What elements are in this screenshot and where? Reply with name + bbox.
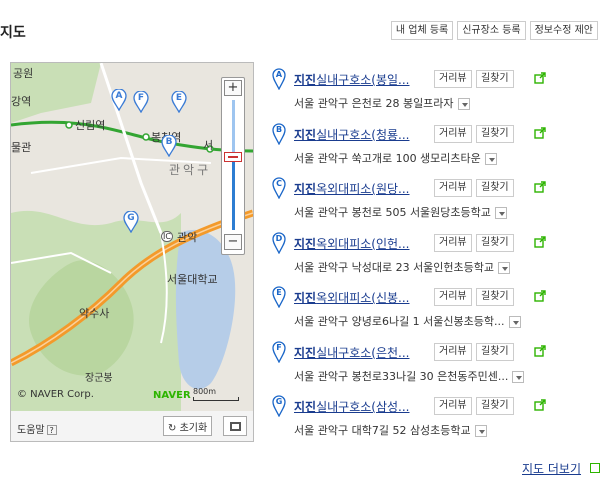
map-label-partial-1: 강역 xyxy=(11,95,32,108)
result-pin-icon: A xyxy=(272,68,286,91)
street-view-button[interactable]: 거리뷰 xyxy=(434,70,472,88)
map-copyright: © NAVER Corp. xyxy=(17,389,94,400)
result-pin-icon: E xyxy=(272,286,286,309)
scale-label: 800m xyxy=(193,387,217,396)
map-marker-f[interactable]: F xyxy=(133,90,149,114)
refresh-icon: ↻ xyxy=(168,423,177,434)
more-map-link[interactable]: 지도 더보기 xyxy=(522,460,581,477)
zoom-in-button[interactable]: + xyxy=(224,80,242,96)
map-label-sillim-station: 신림역 xyxy=(75,119,106,132)
street-view-button[interactable]: 거리뷰 xyxy=(434,233,472,252)
map-view[interactable]: 공원 강역 물관 신림역 봉천역 서 관악구 IC 관악 서울대학교 약수사 장… xyxy=(11,63,253,411)
share-icon[interactable] xyxy=(534,181,546,193)
zoom-slider-handle[interactable] xyxy=(224,152,242,162)
zoom-out-button[interactable]: − xyxy=(224,234,242,250)
street-view-button[interactable]: 거리뷰 xyxy=(434,342,472,361)
result-name-link[interactable]: 지진실내구호소(봉일... xyxy=(294,71,410,88)
external-link-icon xyxy=(590,463,600,473)
result-address: 서울 관악구 쑥고개로 100 생모리츠타운 xyxy=(294,150,497,166)
result-address: 서울 관악구 봉천로33나길 30 은천동주민센... xyxy=(294,368,525,384)
zoom-level-fill xyxy=(232,158,235,230)
map-base-graphic xyxy=(11,63,253,411)
result-name-link[interactable]: 지진실내구호소(은천... xyxy=(294,344,410,361)
share-icon[interactable] xyxy=(534,399,546,411)
result-item-a: A 지진실내구호소(봉일... 거리뷰 길찾기서울 관악구 은천로 28 봉일프라자 xyxy=(272,68,598,118)
window-icon xyxy=(230,422,241,431)
reset-map-button[interactable]: ↻ 초기화 xyxy=(163,416,213,436)
result-pin-icon: C xyxy=(272,177,286,200)
map-marker-a[interactable]: A xyxy=(111,88,127,112)
directions-button[interactable]: 길찾기 xyxy=(476,342,514,361)
map-label-park: 공원 xyxy=(13,67,34,80)
share-icon[interactable] xyxy=(534,72,546,84)
directions-button[interactable]: 길찾기 xyxy=(476,70,514,88)
result-item-f: F 지진실내구호소(은천... 거리뷰 길찾기서울 관악구 봉천로33나길 30 은천… xyxy=(272,340,598,391)
result-name-link[interactable]: 지진옥외대피소(원당... xyxy=(294,180,410,197)
register-new-place-button[interactable]: 신규장소 등록 xyxy=(457,21,526,40)
map-panel: 공원 강역 물관 신림역 봉천역 서 관악구 IC 관악 서울대학교 약수사 장… xyxy=(10,62,254,442)
share-icon[interactable] xyxy=(534,290,546,302)
address-dropdown-icon[interactable] xyxy=(484,152,497,165)
ic-badge: IC xyxy=(161,231,173,242)
result-address: 서울 관악구 양녕로6나길 1 서울신봉초등학... xyxy=(294,313,521,329)
result-address: 서울 관악구 은천로 28 봉일프라자 xyxy=(294,95,470,111)
address-dropdown-icon[interactable] xyxy=(474,425,487,437)
address-dropdown-icon[interactable] xyxy=(494,207,507,219)
result-item-g: G 지진실내구호소(삼성... 거리뷰 길찾기서울 관악구 대학7길 52 삼성초등학… xyxy=(272,395,598,445)
map-label-yaksusa: 약수사 xyxy=(79,307,110,320)
share-icon[interactable] xyxy=(534,344,546,357)
result-address: 서울 관악구 낙성대로 23 서울인헌초등학교 xyxy=(294,259,511,275)
result-name-link[interactable]: 지진실내구호소(삼성... xyxy=(294,398,410,415)
share-icon[interactable] xyxy=(534,126,546,139)
result-pin-icon: B xyxy=(272,122,286,145)
help-link[interactable]: 도움말? xyxy=(17,421,57,436)
directions-button[interactable]: 길찾기 xyxy=(476,233,514,252)
street-view-button[interactable]: 거리뷰 xyxy=(434,124,472,143)
result-name-link[interactable]: 지진옥외대피소(신봉... xyxy=(294,289,410,306)
map-footer: 도움말? ↻ 초기화 xyxy=(11,413,253,441)
map-marker-g[interactable]: G xyxy=(123,210,139,234)
map-marker-e[interactable]: E xyxy=(171,90,187,114)
result-item-b: B 지진실내구호소(청룡... 거리뷰 길찾기서울 관악구 쑥고개로 100 생모리츠… xyxy=(272,122,598,173)
result-pin-icon: F xyxy=(272,340,286,363)
map-label-gwanak-gu: 관악구 xyxy=(169,163,212,177)
register-my-business-button[interactable]: 내 업체 등록 xyxy=(390,21,454,40)
result-name-link[interactable]: 지진옥외대피소(인헌... xyxy=(294,235,410,252)
result-item-c: C 지진옥외대피소(원당... 거리뷰 길찾기서울 관악구 봉천로 505 서울원당초… xyxy=(272,177,598,227)
directions-button[interactable]: 길찾기 xyxy=(476,397,514,415)
result-address: 서울 관악구 봉천로 505 서울원당초등학교 xyxy=(294,204,507,220)
street-view-button[interactable]: 거리뷰 xyxy=(434,179,472,197)
address-dropdown-icon[interactable] xyxy=(508,316,521,328)
result-address: 서울 관악구 대학7길 52 삼성초등학교 xyxy=(294,422,487,438)
page-title: 지도 xyxy=(0,25,26,41)
map-label-janggunbong: 장군봉 xyxy=(85,373,113,384)
zoom-control: + − xyxy=(221,77,245,255)
suggest-edit-button[interactable]: 정보수정 제안 xyxy=(529,21,598,40)
directions-button[interactable]: 길찾기 xyxy=(476,288,514,306)
naver-logo: NAVER xyxy=(153,390,191,401)
address-dropdown-icon[interactable] xyxy=(498,261,511,274)
top-button-group: 내 업체 등록 신규장소 등록 정보수정 제안 xyxy=(390,21,598,40)
map-label-gwanak-ic: 관악 xyxy=(177,231,198,244)
directions-button[interactable]: 길찾기 xyxy=(476,124,514,143)
map-label-snu: 서울대학교 xyxy=(167,273,218,286)
scale-bar xyxy=(193,397,239,401)
map-view-toggle-button[interactable] xyxy=(223,416,247,436)
directions-button[interactable]: 길찾기 xyxy=(476,179,514,197)
share-icon[interactable] xyxy=(534,235,546,248)
address-dropdown-icon[interactable] xyxy=(512,370,525,383)
map-label-partial-2: 물관 xyxy=(11,141,32,154)
result-pin-icon: D xyxy=(272,231,286,254)
address-dropdown-icon[interactable] xyxy=(457,98,470,110)
result-pin-icon: G xyxy=(272,395,286,418)
result-item-e: E 지진옥외대피소(신봉... 거리뷰 길찾기서울 관악구 양녕로6나길 1 서울신봉… xyxy=(272,286,598,336)
map-label-seoul-partial: 서 xyxy=(203,139,214,152)
street-view-button[interactable]: 거리뷰 xyxy=(434,288,472,306)
street-view-button[interactable]: 거리뷰 xyxy=(434,397,472,415)
help-question-icon: ? xyxy=(46,425,57,435)
result-item-d: D 지진옥외대피소(인헌... 거리뷰 길찾기서울 관악구 낙성대로 23 서울인헌초… xyxy=(272,231,598,282)
result-name-link[interactable]: 지진실내구호소(청룡... xyxy=(294,126,410,143)
map-marker-b[interactable]: B xyxy=(161,134,177,158)
